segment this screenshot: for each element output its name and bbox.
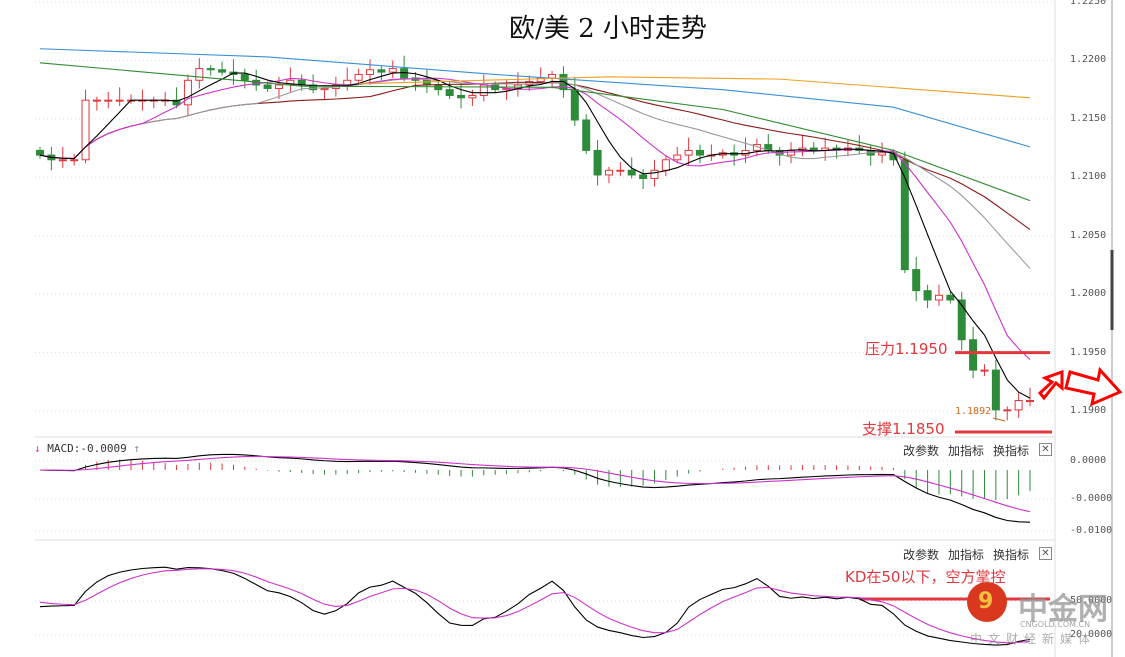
arrow-up-right-icon [1037, 369, 1064, 401]
candle [923, 290, 932, 301]
candle [604, 169, 613, 176]
candle [366, 69, 374, 75]
y-tick-label: 1.1950 [1070, 346, 1107, 358]
candle [570, 89, 579, 121]
macd-label: ↓ MACD:-0.0009 ↑ [34, 442, 140, 455]
change-params-button[interactable]: 改参数 [903, 442, 939, 459]
candle [582, 119, 591, 151]
candle [81, 99, 90, 161]
y-tick-label: 1.2200 [1070, 54, 1107, 66]
switch-indicator-button[interactable]: 换指标 [993, 546, 1029, 563]
y-tick-label: 1.2150 [1070, 112, 1107, 124]
logo-icon: 9 [967, 582, 1007, 622]
change-params-button[interactable]: 改参数 [903, 546, 939, 563]
candle [696, 149, 704, 156]
candle [263, 84, 272, 89]
candle [650, 169, 659, 179]
candle [274, 84, 283, 89]
candle [991, 369, 1000, 411]
candle [1003, 409, 1012, 412]
candle [377, 69, 386, 73]
candle [616, 169, 625, 172]
arrow-icon [992, 417, 1006, 422]
watermark-site: CNGOLD.COM.CN [1020, 620, 1091, 629]
candle [240, 73, 249, 81]
add-indicator-button[interactable]: 加指标 [948, 546, 984, 563]
candle [934, 294, 943, 301]
candle [36, 149, 44, 156]
add-indicator-button[interactable]: 加指标 [948, 442, 984, 459]
candle [639, 174, 648, 179]
candle [468, 94, 477, 99]
candle [104, 99, 113, 102]
low-price-label: 1.1892 [955, 406, 992, 417]
ma20-line [39, 78, 1031, 269]
y-tick-label: 0.0000 [1070, 455, 1107, 466]
ma10-line [39, 77, 1031, 360]
macd-value: MACD:-0.0009 [47, 442, 127, 455]
y-tick-label: 1.2000 [1070, 288, 1107, 300]
candle [183, 79, 192, 106]
candle [1014, 399, 1023, 411]
macd-dif-line [39, 453, 1031, 523]
y-tick-label: 1.1900 [1070, 405, 1107, 416]
candle [548, 73, 557, 79]
close-icon[interactable]: ✕ [1039, 443, 1052, 456]
candle [912, 269, 921, 292]
arrow-down-icon: ↓ [34, 442, 41, 455]
candle [206, 68, 215, 71]
candle [354, 73, 363, 81]
candle [70, 159, 79, 162]
candle [457, 94, 466, 99]
candle [627, 169, 636, 176]
candle [115, 99, 124, 102]
candle [980, 369, 989, 372]
arrow-up-icon: ↑ [133, 442, 140, 455]
candle [218, 69, 227, 73]
macd-dea-line [39, 455, 1031, 513]
candle [661, 159, 670, 171]
y-tick-label: 1.2100 [1070, 171, 1107, 183]
y-tick-label: -0.0000 [1070, 493, 1113, 504]
candle [969, 339, 978, 371]
candle [58, 159, 67, 162]
chart-title: 欧/美 2 小时走势 [509, 14, 707, 44]
switch-indicator-button[interactable]: 换指标 [993, 442, 1029, 459]
resistance-label: 压力1.1950 [865, 340, 948, 358]
candle [946, 294, 955, 301]
y-tick-label: 1.2050 [1070, 229, 1107, 241]
candle [684, 149, 693, 156]
candle [445, 89, 454, 96]
y-tick-label: -0.0100 [1070, 525, 1113, 536]
candle [878, 152, 887, 156]
candle [320, 87, 329, 91]
candle [195, 68, 204, 81]
support-label: 支撑1.1850 [862, 420, 945, 438]
watermark-slogan: 中文财经新媒体 [970, 632, 1097, 646]
candle [809, 147, 818, 151]
candle [92, 99, 101, 102]
candle [593, 149, 602, 176]
candle [787, 149, 796, 156]
candle [388, 68, 397, 73]
y-tick-label: 1.2250 [1070, 0, 1107, 7]
candle [1026, 399, 1034, 402]
close-icon[interactable]: ✕ [1039, 547, 1052, 560]
candle [673, 154, 682, 161]
